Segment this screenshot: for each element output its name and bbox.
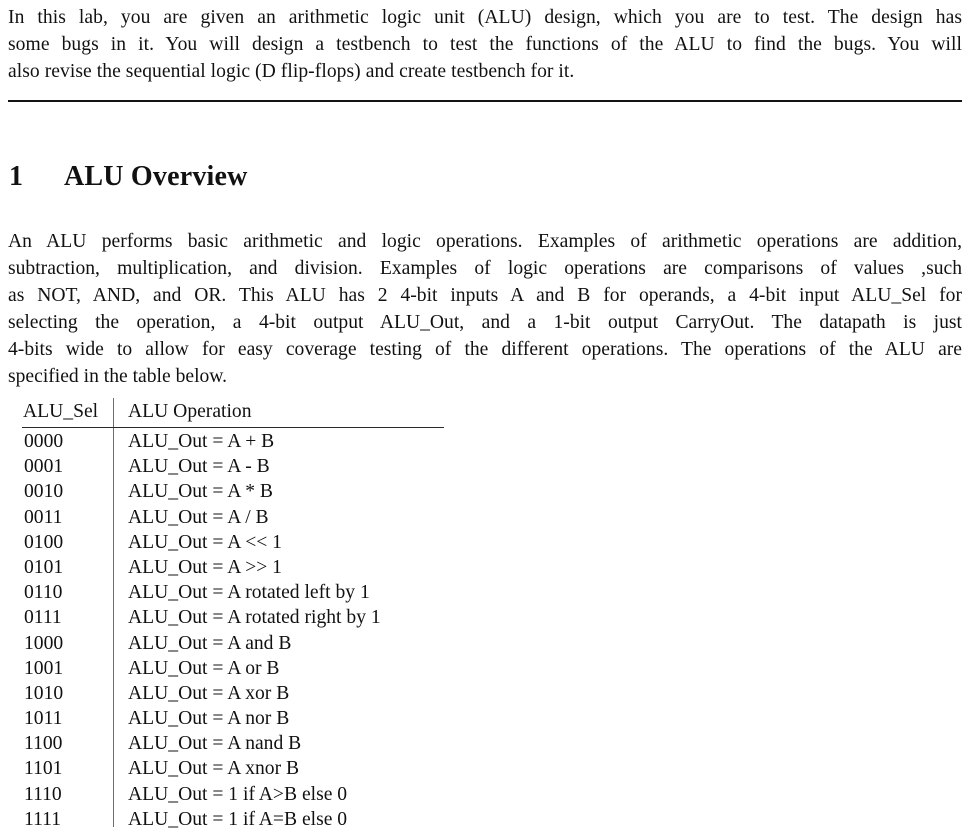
intro-line: also revise the sequential logic (D flip…: [8, 61, 575, 82]
intro-line: some bugs in it. You will design a testb…: [8, 34, 962, 55]
cell-alu-operation: ALU_Out = A nor B: [128, 708, 290, 730]
cell-alu-operation: ALU_Out = A << 1: [128, 531, 282, 553]
cell-alu-operation: ALU_Out = A + B: [128, 431, 275, 452]
horizontal-divider: [8, 100, 962, 102]
table-body: 0000 ALU_Out = A + B 0001 ALU_Out = A - …: [0, 429, 500, 832]
table-row: 0001 ALU_Out = A - B: [0, 454, 500, 479]
table-row: 1110 ALU_Out = 1 if A>B else 0: [0, 782, 500, 807]
cell-alu-operation: ALU_Out = A nand B: [128, 733, 302, 755]
table-row: 0000 ALU_Out = A + B: [0, 429, 500, 454]
cell-alu-sel: 1001: [24, 657, 64, 679]
cell-alu-sel: 1010: [24, 682, 64, 704]
cell-alu-operation: ALU_Out = A and B: [128, 632, 292, 654]
cell-alu-operation: ALU_Out = A xor B: [128, 682, 290, 704]
table-row: 0111 ALU_Out = A rotated right by 1: [0, 605, 500, 630]
table-row: 1000 ALU_Out = A and B: [0, 631, 500, 656]
overview-line: subtraction, multiplication, and divisio…: [8, 258, 962, 279]
table-row: 0011 ALU_Out = A / B: [0, 505, 500, 530]
intro-line: In this lab, you are given an arithmetic…: [8, 7, 962, 28]
cell-alu-operation: ALU_Out = A / B: [128, 506, 269, 528]
overview-line: An ALU performs basic arithmetic and log…: [8, 231, 962, 252]
cell-alu-operation: ALU_Out = A - B: [128, 456, 270, 478]
cell-alu-operation: ALU_Out = A or B: [128, 657, 280, 679]
cell-alu-sel: 1101: [24, 758, 63, 780]
table-row: 1100 ALU_Out = A nand B: [0, 731, 500, 756]
table-header-alu-operation: ALU Operation: [128, 401, 252, 422]
section-heading: 1 ALU Overview: [9, 160, 248, 194]
cell-alu-sel: 0100: [24, 531, 64, 553]
cell-alu-sel: 0011: [24, 506, 63, 528]
table-row: 1111 ALU_Out = 1 if A=B else 0: [0, 807, 500, 832]
table-row: 0100 ALU_Out = A << 1: [0, 530, 500, 555]
cell-alu-operation: ALU_Out = A * B: [128, 481, 273, 503]
cell-alu-sel: 0110: [24, 582, 63, 604]
cell-alu-operation: ALU_Out = A >> 1: [128, 556, 282, 578]
table-header-row: ALU_Sel ALU Operation: [0, 398, 500, 425]
cell-alu-operation: ALU_Out = A rotated left by 1: [128, 582, 370, 604]
overview-line: selecting the operation, a 4-bit output …: [8, 312, 962, 333]
table-row: 1101 ALU_Out = A xnor B: [0, 756, 500, 781]
cell-alu-sel: 1011: [24, 708, 63, 730]
cell-alu-operation: ALU_Out = A xnor B: [128, 758, 300, 780]
table-row: 0110 ALU_Out = A rotated left by 1: [0, 580, 500, 605]
overview-line: 4-bits wide to allow for easy coverage t…: [8, 339, 962, 360]
table-header-alu-sel: ALU_Sel: [23, 401, 99, 422]
cell-alu-sel: 1111: [24, 808, 62, 830]
section-title: ALU Overview: [64, 161, 248, 192]
overview-line: as NOT, AND, and OR. This ALU has 2 4-bi…: [8, 285, 962, 306]
alu-operations-table: ALU_Sel ALU Operation 0000 ALU_Out = A +…: [0, 398, 500, 830]
cell-alu-sel: 0010: [24, 481, 64, 503]
table-header-rule: [22, 426, 444, 428]
table-row: 1001 ALU_Out = A or B: [0, 656, 500, 681]
cell-alu-operation: ALU_Out = 1 if A>B else 0: [128, 783, 348, 805]
cell-alu-sel: 0101: [24, 556, 64, 578]
cell-alu-sel: 0000: [24, 431, 64, 452]
cell-alu-sel: 0001: [24, 456, 64, 478]
cell-alu-sel: 1000: [24, 632, 64, 654]
overview-paragraph: An ALU performs basic arithmetic and log…: [8, 228, 962, 390]
overview-line: specified in the table below.: [8, 366, 228, 387]
section-number: 1: [9, 161, 24, 192]
table-row: 0101 ALU_Out = A >> 1: [0, 555, 500, 580]
cell-alu-operation: ALU_Out = 1 if A=B else 0: [128, 808, 348, 830]
cell-alu-sel: 0111: [24, 607, 62, 629]
cell-alu-sel: 1100: [24, 733, 63, 755]
document-page: In this lab, you are given an arithmetic…: [0, 0, 970, 830]
intro-paragraph: In this lab, you are given an arithmetic…: [8, 4, 962, 85]
table-row: 1010 ALU_Out = A xor B: [0, 681, 500, 706]
table-row: 0010 ALU_Out = A * B: [0, 479, 500, 504]
table-row: 1011 ALU_Out = A nor B: [0, 706, 500, 731]
cell-alu-sel: 1110: [24, 783, 62, 805]
cell-alu-operation: ALU_Out = A rotated right by 1: [128, 607, 381, 629]
